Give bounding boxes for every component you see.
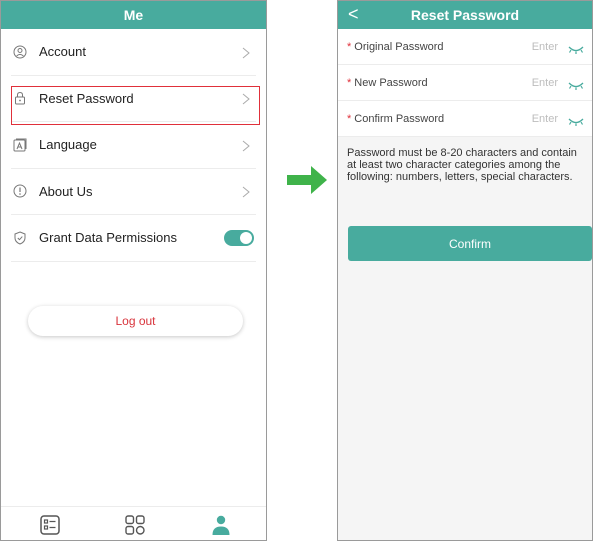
shield-check-icon: [13, 231, 27, 245]
required-mark: *: [347, 112, 352, 125]
settings-menu: Account Reset Password Language About Us…: [1, 29, 266, 262]
chevron-right-icon: [242, 185, 252, 198]
eye-closed-icon[interactable]: [568, 42, 584, 54]
lock-icon: [13, 91, 27, 105]
menu-item-label: Reset Password: [39, 90, 134, 106]
menu-item-language[interactable]: Language: [11, 122, 256, 169]
menu-item-label: Account: [39, 44, 86, 60]
permissions-toggle[interactable]: [224, 229, 254, 246]
new-password-input[interactable]: [518, 76, 558, 89]
list-icon[interactable]: [39, 514, 61, 536]
field-label: Confirm Password: [354, 112, 445, 125]
arrow-right-icon: [287, 166, 327, 194]
confirm-password-row: * Confirm Password: [338, 101, 592, 137]
toggle-knob: [240, 231, 252, 244]
confirm-label: Confirm: [448, 236, 491, 251]
chevron-right-icon: [242, 139, 252, 152]
logout-button[interactable]: Log out: [28, 306, 243, 336]
person-icon[interactable]: [210, 514, 232, 536]
grid-icon[interactable]: [124, 514, 146, 536]
required-mark: *: [347, 76, 352, 89]
menu-item-about-us[interactable]: About Us: [11, 169, 256, 215]
original-password-row: * Original Password: [338, 29, 592, 65]
menu-item-label: About Us: [39, 183, 93, 199]
back-button[interactable]: <: [348, 4, 359, 24]
confirm-password-input[interactable]: [518, 112, 558, 125]
bottom-tab-bar: [1, 506, 266, 540]
page-title: Reset Password: [410, 7, 520, 23]
user-circle-icon: [13, 45, 27, 59]
logout-label: Log out: [115, 314, 156, 328]
original-password-input[interactable]: [518, 40, 558, 53]
chevron-right-icon: [242, 46, 252, 59]
me-screen: Me Account Reset Password Language About…: [0, 0, 267, 541]
password-rules-hint: Password must be 8-20 characters and con…: [347, 147, 577, 183]
eye-closed-icon[interactable]: [568, 78, 584, 90]
menu-item-label: Language: [39, 137, 97, 153]
info-icon: [13, 184, 27, 198]
confirm-button[interactable]: Confirm: [348, 226, 592, 261]
chevron-right-icon: [242, 92, 252, 105]
field-label: Original Password: [354, 40, 444, 53]
eye-closed-icon[interactable]: [568, 114, 584, 126]
field-label: New Password: [354, 76, 428, 89]
me-header: Me: [1, 1, 266, 29]
new-password-row: * New Password: [338, 65, 592, 101]
menu-item-label: Grant Data Permissions: [39, 230, 177, 246]
reset-password-header: < Reset Password: [338, 1, 592, 29]
required-mark: *: [347, 40, 352, 53]
page-title: Me: [123, 7, 144, 23]
menu-item-reset-password[interactable]: Reset Password: [11, 76, 256, 122]
reset-password-screen: < Reset Password * Original Password * N…: [337, 0, 593, 541]
language-icon: [13, 138, 27, 152]
menu-item-account[interactable]: Account: [11, 29, 256, 76]
menu-item-grant-data-permissions: Grant Data Permissions: [11, 215, 256, 262]
